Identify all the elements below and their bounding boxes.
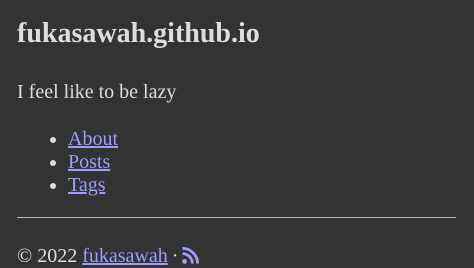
author-link[interactable]: fukasawah [82,245,168,267]
nav-item-tags: Tags [17,174,118,197]
rss-icon[interactable] [182,247,200,264]
site-title: fukasawah.github.io [17,18,260,49]
nav-link-posts[interactable]: Posts [68,151,110,173]
nav-item-about: About [17,128,118,151]
footer-divider [17,217,456,218]
bullet-icon [50,137,56,143]
bullet-icon [50,183,56,189]
footer-separator: · [171,245,179,267]
copyright-text: © 2022 [17,245,78,267]
nav-link-about[interactable]: About [68,128,118,150]
main-nav: About Posts Tags [17,128,118,197]
bullet-icon [50,160,56,166]
footer: © 2022 fukasawah · [17,244,200,268]
site-tagline: I feel like to be lazy [17,81,177,103]
nav-item-posts: Posts [17,151,118,174]
nav-link-tags[interactable]: Tags [68,174,105,196]
